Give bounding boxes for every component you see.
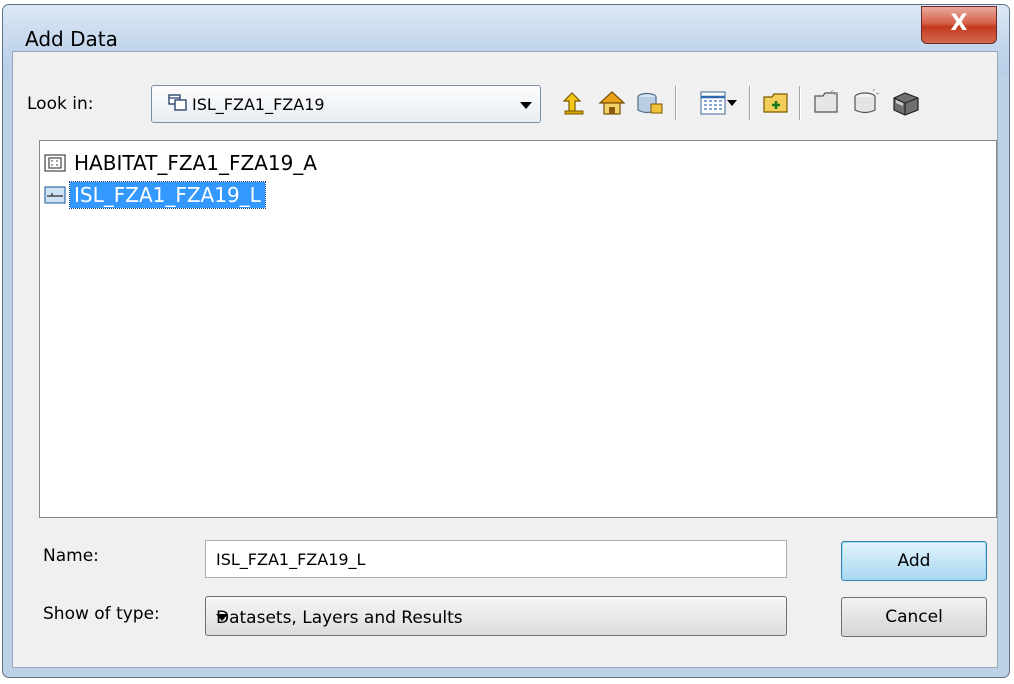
connect-folder-icon xyxy=(637,92,663,114)
new-file-geodatabase-button[interactable] xyxy=(809,83,843,123)
chevron-down-icon xyxy=(727,100,737,106)
toolbar-separator xyxy=(799,86,801,120)
polygon-feature-class-icon xyxy=(44,154,66,172)
show-of-type-value: Datasets, Layers and Results xyxy=(216,608,463,628)
cancel-button[interactable]: Cancel xyxy=(841,597,987,637)
up-one-level-button[interactable] xyxy=(557,83,591,123)
new-folder-icon xyxy=(763,93,788,113)
home-button[interactable] xyxy=(595,83,629,123)
look-in-value: ISL_FZA1_FZA19 xyxy=(192,95,325,114)
new-database-connection-button[interactable] xyxy=(889,83,923,123)
home-icon xyxy=(598,91,626,115)
view-options-icon xyxy=(700,91,726,115)
new-file-geodatabase-icon xyxy=(814,89,838,113)
name-input-value: ISL_FZA1_FZA19_L xyxy=(216,550,366,569)
new-folder-button[interactable] xyxy=(759,83,793,123)
add-data-dialog: Add Data X Look in: ISL_FZA1_FZA19 HABIT… xyxy=(2,4,1010,678)
name-input[interactable]: ISL_FZA1_FZA19_L xyxy=(205,540,787,578)
connect-folder-button[interactable] xyxy=(633,83,667,123)
toolbar-separator xyxy=(675,86,677,120)
file-name: ISL_FZA1_FZA19_L xyxy=(69,181,266,209)
show-of-type-label: Show of type: xyxy=(43,604,160,624)
window-title: Add Data xyxy=(25,27,118,51)
chevron-down-icon[interactable] xyxy=(216,614,228,621)
close-icon: X xyxy=(950,11,968,36)
name-label: Name: xyxy=(43,546,99,566)
chevron-down-icon[interactable] xyxy=(520,102,532,109)
close-button[interactable]: X xyxy=(921,6,997,44)
folder-connection-icon xyxy=(168,94,187,111)
toolbar-separator xyxy=(749,86,751,120)
line-feature-class-icon xyxy=(44,186,66,204)
new-database-connection-icon xyxy=(893,92,919,116)
look-in-label: Look in: xyxy=(27,94,94,114)
look-in-dropdown[interactable]: ISL_FZA1_FZA19 xyxy=(151,85,541,123)
add-button[interactable]: Add xyxy=(841,541,987,581)
file-list[interactable]: HABITAT_FZA1_FZA19_A ISL_FZA1_FZA19_L xyxy=(39,140,997,518)
new-personal-geodatabase-icon xyxy=(854,89,880,114)
dialog-body: Look in: ISL_FZA1_FZA19 HABITAT_FZA1_FZA… xyxy=(12,51,998,668)
file-name: HABITAT_FZA1_FZA19_A xyxy=(74,151,317,175)
up-one-level-icon xyxy=(562,92,584,115)
new-personal-geodatabase-button[interactable] xyxy=(849,83,883,123)
view-options-button[interactable] xyxy=(685,83,741,123)
show-of-type-dropdown[interactable]: Datasets, Layers and Results xyxy=(205,596,787,636)
